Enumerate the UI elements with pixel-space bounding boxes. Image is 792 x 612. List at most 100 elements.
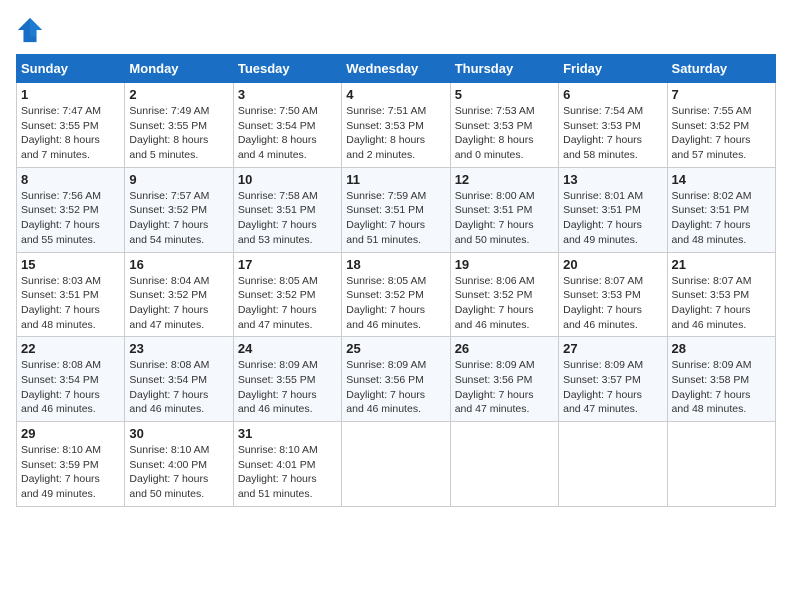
calendar-day-21: 21 Sunrise: 8:07 AM Sunset: 3:53 PM Dayli… (667, 252, 775, 337)
page-header (16, 16, 776, 44)
calendar-day-14: 14 Sunrise: 8:02 AM Sunset: 3:51 PM Dayli… (667, 167, 775, 252)
calendar-day-19: 19Sunrise: 8:06 AM Sunset: 3:52 PM Dayli… (450, 252, 558, 337)
day-info: Sunrise: 8:02 AM Sunset: 3:51 PM Dayligh… (672, 189, 771, 248)
calendar-day-2: 2 Sunrise: 7:49 AM Sunset: 3:55 PM Daylig… (125, 83, 233, 168)
day-info: Sunrise: 8:10 AM Sunset: 4:01 PM Dayligh… (238, 443, 337, 502)
day-info: Sunrise: 8:01 AM Sunset: 3:51 PM Dayligh… (563, 189, 662, 248)
day-info: Sunrise: 7:59 AM Sunset: 3:51 PM Dayligh… (346, 189, 445, 248)
calendar-day-20: 20 Sunrise: 8:07 AM Sunset: 3:53 PM Dayli… (559, 252, 667, 337)
day-number: 25 (346, 341, 445, 356)
day-number: 20 (563, 257, 662, 272)
day-info: Sunrise: 8:07 AM Sunset: 3:53 PM Dayligh… (563, 274, 662, 333)
day-info: Sunrise: 8:10 AM Sunset: 3:59 PM Dayligh… (21, 443, 120, 502)
day-number: 1 (21, 87, 120, 102)
day-number: 15 (21, 257, 120, 272)
day-number: 3 (238, 87, 337, 102)
day-number: 8 (21, 172, 120, 187)
day-info: Sunrise: 8:10 AM Sunset: 4:00 PM Dayligh… (129, 443, 228, 502)
day-info: Sunrise: 8:09 AM Sunset: 3:56 PM Dayligh… (455, 358, 554, 417)
day-number: 14 (672, 172, 771, 187)
calendar-week-5: 29 Sunrise: 8:10 AM Sunset: 3:59 PM Dayli… (17, 422, 776, 507)
calendar-day-4: 4 Sunrise: 7:51 AM Sunset: 3:53 PM Daylig… (342, 83, 450, 168)
day-info: Sunrise: 8:09 AM Sunset: 3:55 PM Dayligh… (238, 358, 337, 417)
day-info: Sunrise: 7:58 AM Sunset: 3:51 PM Dayligh… (238, 189, 337, 248)
day-number: 11 (346, 172, 445, 187)
calendar-day-12: 12 Sunrise: 8:00 AM Sunset: 3:51 PM Dayli… (450, 167, 558, 252)
calendar-week-4: 22Sunrise: 8:08 AM Sunset: 3:54 PM Dayli… (17, 337, 776, 422)
day-info: Sunrise: 8:04 AM Sunset: 3:52 PM Dayligh… (129, 274, 228, 333)
calendar-day-17: 17 Sunrise: 8:05 AM Sunset: 3:52 PM Dayli… (233, 252, 341, 337)
day-number: 23 (129, 341, 228, 356)
calendar-day-28: 28 Sunrise: 8:09 AM Sunset: 3:58 PM Dayli… (667, 337, 775, 422)
calendar-day-29: 29 Sunrise: 8:10 AM Sunset: 3:59 PM Dayli… (17, 422, 125, 507)
day-info: Sunrise: 8:09 AM Sunset: 3:58 PM Dayligh… (672, 358, 771, 417)
day-number: 12 (455, 172, 554, 187)
day-info: Sunrise: 8:05 AM Sunset: 3:52 PM Dayligh… (346, 274, 445, 333)
calendar-day-22: 22Sunrise: 8:08 AM Sunset: 3:54 PM Dayli… (17, 337, 125, 422)
calendar-day-9: 9 Sunrise: 7:57 AM Sunset: 3:52 PM Daylig… (125, 167, 233, 252)
day-number: 5 (455, 87, 554, 102)
calendar-table: SundayMondayTuesdayWednesdayThursdayFrid… (16, 54, 776, 507)
day-number: 17 (238, 257, 337, 272)
logo-icon (16, 16, 44, 44)
day-info: Sunrise: 8:08 AM Sunset: 3:54 PM Dayligh… (129, 358, 228, 417)
day-info: Sunrise: 7:54 AM Sunset: 3:53 PM Dayligh… (563, 104, 662, 163)
calendar-day-26: 26 Sunrise: 8:09 AM Sunset: 3:56 PM Dayli… (450, 337, 558, 422)
day-info: Sunrise: 8:03 AM Sunset: 3:51 PM Dayligh… (21, 274, 120, 333)
day-info: Sunrise: 7:47 AM Sunset: 3:55 PM Dayligh… (21, 104, 120, 163)
empty-cell (342, 422, 450, 507)
day-number: 6 (563, 87, 662, 102)
calendar-day-15: 15 Sunrise: 8:03 AM Sunset: 3:51 PM Dayli… (17, 252, 125, 337)
day-info: Sunrise: 8:09 AM Sunset: 3:56 PM Dayligh… (346, 358, 445, 417)
calendar-header-row: SundayMondayTuesdayWednesdayThursdayFrid… (17, 55, 776, 83)
calendar-day-10: 10 Sunrise: 7:58 AM Sunset: 3:51 PM Dayli… (233, 167, 341, 252)
day-info: Sunrise: 7:50 AM Sunset: 3:54 PM Dayligh… (238, 104, 337, 163)
day-number: 18 (346, 257, 445, 272)
day-info: Sunrise: 8:08 AM Sunset: 3:54 PM Dayligh… (21, 358, 120, 417)
calendar-day-5: 5 Sunrise: 7:53 AM Sunset: 3:53 PM Daylig… (450, 83, 558, 168)
day-number: 16 (129, 257, 228, 272)
calendar-day-8: 8Sunrise: 7:56 AM Sunset: 3:52 PM Daylig… (17, 167, 125, 252)
calendar-header-sunday: Sunday (17, 55, 125, 83)
calendar-day-18: 18 Sunrise: 8:05 AM Sunset: 3:52 PM Dayli… (342, 252, 450, 337)
day-info: Sunrise: 7:51 AM Sunset: 3:53 PM Dayligh… (346, 104, 445, 163)
day-number: 26 (455, 341, 554, 356)
calendar-day-7: 7 Sunrise: 7:55 AM Sunset: 3:52 PM Daylig… (667, 83, 775, 168)
day-info: Sunrise: 7:55 AM Sunset: 3:52 PM Dayligh… (672, 104, 771, 163)
calendar-week-3: 15 Sunrise: 8:03 AM Sunset: 3:51 PM Dayli… (17, 252, 776, 337)
day-info: Sunrise: 8:05 AM Sunset: 3:52 PM Dayligh… (238, 274, 337, 333)
day-number: 27 (563, 341, 662, 356)
calendar-week-1: 1 Sunrise: 7:47 AM Sunset: 3:55 PM Daylig… (17, 83, 776, 168)
day-number: 28 (672, 341, 771, 356)
day-info: Sunrise: 8:06 AM Sunset: 3:52 PM Dayligh… (455, 274, 554, 333)
day-info: Sunrise: 8:00 AM Sunset: 3:51 PM Dayligh… (455, 189, 554, 248)
calendar-header-friday: Friday (559, 55, 667, 83)
day-number: 21 (672, 257, 771, 272)
day-number: 4 (346, 87, 445, 102)
day-info: Sunrise: 7:53 AM Sunset: 3:53 PM Dayligh… (455, 104, 554, 163)
day-number: 9 (129, 172, 228, 187)
calendar-day-3: 3 Sunrise: 7:50 AM Sunset: 3:54 PM Daylig… (233, 83, 341, 168)
day-number: 13 (563, 172, 662, 187)
day-number: 2 (129, 87, 228, 102)
calendar-day-1: 1 Sunrise: 7:47 AM Sunset: 3:55 PM Daylig… (17, 83, 125, 168)
calendar-day-25: 25 Sunrise: 8:09 AM Sunset: 3:56 PM Dayli… (342, 337, 450, 422)
day-info: Sunrise: 8:07 AM Sunset: 3:53 PM Dayligh… (672, 274, 771, 333)
calendar-week-2: 8Sunrise: 7:56 AM Sunset: 3:52 PM Daylig… (17, 167, 776, 252)
calendar-header-monday: Monday (125, 55, 233, 83)
calendar-day-23: 23 Sunrise: 8:08 AM Sunset: 3:54 PM Dayli… (125, 337, 233, 422)
calendar-day-11: 11 Sunrise: 7:59 AM Sunset: 3:51 PM Dayli… (342, 167, 450, 252)
day-number: 7 (672, 87, 771, 102)
day-number: 31 (238, 426, 337, 441)
empty-cell (559, 422, 667, 507)
day-info: Sunrise: 7:49 AM Sunset: 3:55 PM Dayligh… (129, 104, 228, 163)
day-number: 10 (238, 172, 337, 187)
day-number: 29 (21, 426, 120, 441)
calendar-header-wednesday: Wednesday (342, 55, 450, 83)
calendar-day-30: 30Sunrise: 8:10 AM Sunset: 4:00 PM Dayli… (125, 422, 233, 507)
calendar-header-saturday: Saturday (667, 55, 775, 83)
empty-cell (667, 422, 775, 507)
calendar-day-31: 31 Sunrise: 8:10 AM Sunset: 4:01 PM Dayli… (233, 422, 341, 507)
day-info: Sunrise: 7:57 AM Sunset: 3:52 PM Dayligh… (129, 189, 228, 248)
day-info: Sunrise: 8:09 AM Sunset: 3:57 PM Dayligh… (563, 358, 662, 417)
